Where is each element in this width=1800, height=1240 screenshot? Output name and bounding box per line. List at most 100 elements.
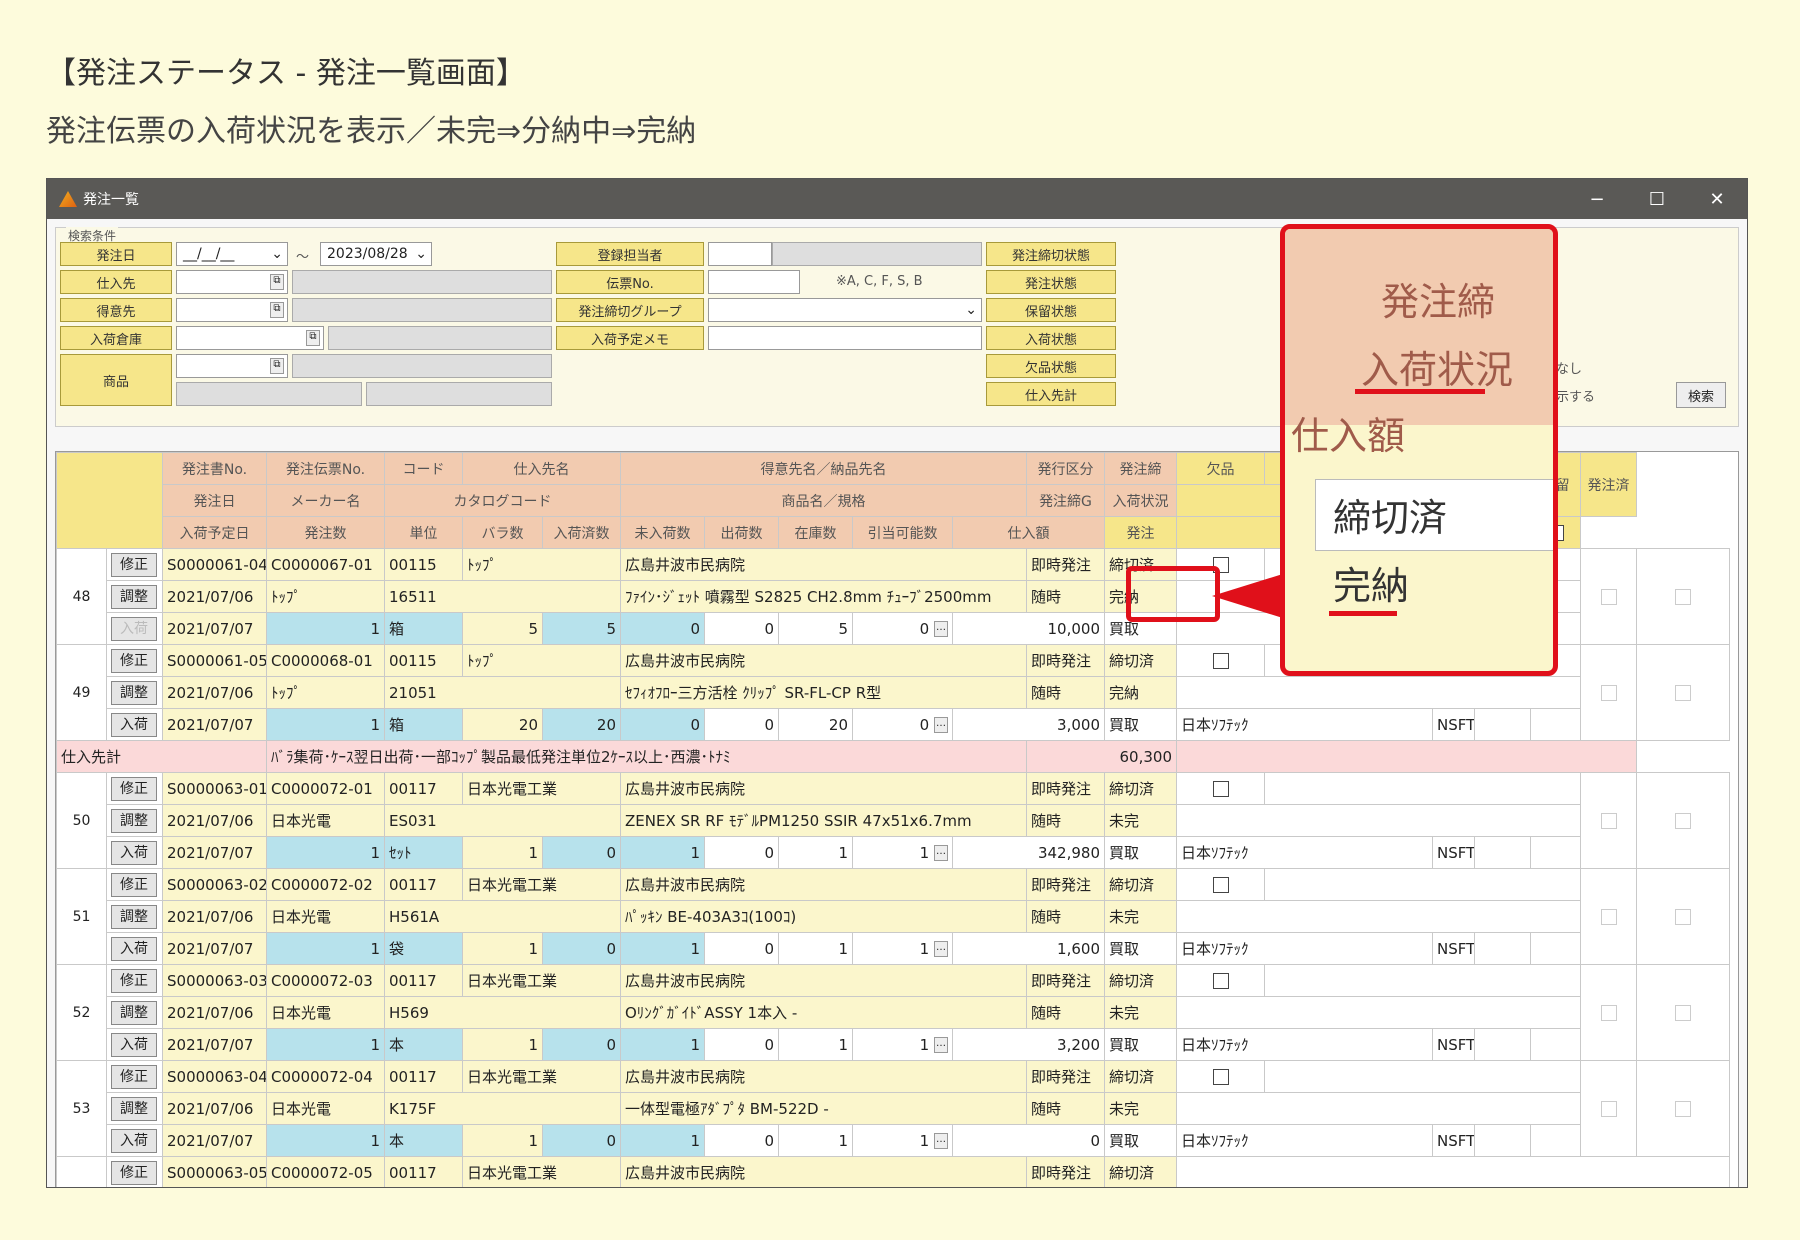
- adjust-button[interactable]: 調整: [111, 584, 157, 609]
- slip-no-input[interactable]: [708, 270, 800, 294]
- warehouse-input[interactable]: [176, 326, 324, 350]
- shortage-checkbox[interactable]: [1212, 973, 1229, 989]
- col-header-shortage: 欠品: [1176, 452, 1265, 485]
- arrive-button[interactable]: 入荷: [111, 712, 157, 737]
- close-group-select[interactable]: ⌄: [708, 298, 982, 322]
- hold-checkbox-cell[interactable]: [1580, 644, 1637, 741]
- minimize-button[interactable]: −: [1567, 189, 1627, 210]
- title-bar: 発注一覧 − ☐ ✕: [47, 179, 1747, 219]
- close-button[interactable]: ✕: [1687, 189, 1747, 210]
- memo-input[interactable]: [708, 326, 982, 350]
- hold-checkbox[interactable]: [1600, 1101, 1617, 1117]
- arrival-date: 2021/07/07: [162, 836, 267, 869]
- ordered-checkbox[interactable]: [1675, 1005, 1691, 1021]
- fix-button[interactable]: 修正: [111, 776, 157, 801]
- close-group: 随時: [1026, 676, 1105, 709]
- shortage-checkbox[interactable]: [1212, 877, 1229, 893]
- blank-cell: [1474, 1124, 1531, 1157]
- registrant-input[interactable]: [708, 242, 772, 266]
- shortage-checkbox[interactable]: [1212, 1069, 1229, 1085]
- hold-checkbox-cell[interactable]: [1580, 548, 1637, 645]
- more-icon[interactable]: …: [934, 621, 948, 637]
- ordered-checkbox[interactable]: [1675, 1101, 1691, 1117]
- adjust-button[interactable]: 調整: [111, 1000, 157, 1025]
- ordered-checkbox[interactable]: [1675, 589, 1691, 605]
- date-from-input[interactable]: __/__/__ ⌄: [176, 242, 288, 266]
- fix-button[interactable]: 修正: [111, 552, 157, 577]
- arrive-button[interactable]: 入荷: [111, 936, 157, 961]
- lookup-icon[interactable]: ⧉: [306, 330, 320, 346]
- notes-field[interactable]: [1264, 772, 1581, 805]
- fix-button[interactable]: 修正: [111, 1064, 157, 1089]
- arrive-button[interactable]: 入荷: [111, 1128, 157, 1153]
- more-icon[interactable]: …: [934, 941, 948, 957]
- callout-header-bg: [1285, 229, 1553, 425]
- hold-checkbox[interactable]: [1600, 813, 1617, 829]
- hold-checkbox-cell[interactable]: [1580, 1060, 1637, 1157]
- ordered-checkbox[interactable]: [1675, 813, 1691, 829]
- shortage-checkbox[interactable]: [1212, 653, 1229, 669]
- hold-checkbox-cell[interactable]: [1580, 868, 1637, 965]
- notes-field[interactable]: [1264, 1060, 1581, 1093]
- lookup-icon[interactable]: ⧉: [270, 358, 284, 374]
- adjust-button[interactable]: 調整: [111, 680, 157, 705]
- ordered-checkbox-cell[interactable]: [1636, 644, 1730, 741]
- col-header-issue: 発行区分: [1026, 452, 1105, 485]
- shortage-checkbox-cell[interactable]: [1176, 772, 1265, 805]
- notes-field[interactable]: [1264, 868, 1581, 901]
- ordered-checkbox[interactable]: [1675, 685, 1691, 701]
- hold-checkbox[interactable]: [1600, 589, 1617, 605]
- lookup-icon[interactable]: ⧉: [270, 302, 284, 318]
- notes-field[interactable]: [1264, 964, 1581, 997]
- purchase-type: 買取: [1104, 1028, 1177, 1061]
- order-qty: 1: [266, 932, 385, 965]
- ordered-checkbox-cell[interactable]: [1636, 772, 1730, 869]
- shortage-checkbox-cell[interactable]: [1176, 964, 1265, 997]
- ordered-checkbox-cell[interactable]: [1636, 1060, 1730, 1157]
- shortage-checkbox-cell[interactable]: [1176, 644, 1265, 677]
- shipped-qty: 0: [704, 836, 779, 869]
- adjust-button[interactable]: 調整: [111, 1096, 157, 1121]
- hold-checkbox-cell[interactable]: [1580, 964, 1637, 1061]
- ordered-checkbox-cell[interactable]: [1636, 548, 1730, 645]
- fix-button[interactable]: 修正: [111, 1160, 157, 1185]
- hold-checkbox[interactable]: [1600, 685, 1617, 701]
- search-button[interactable]: 検索: [1676, 382, 1726, 408]
- more-icon[interactable]: …: [934, 845, 948, 861]
- maximize-button[interactable]: ☐: [1627, 189, 1687, 210]
- shortage-checkbox-cell[interactable]: [1176, 1060, 1265, 1093]
- col-header-customer: 得意先名／納品先名: [620, 452, 1027, 485]
- hold-checkbox[interactable]: [1600, 1005, 1617, 1021]
- order-qty: 1: [266, 612, 385, 645]
- maker-name: 日本光電: [266, 900, 385, 933]
- close-group: 随時: [1026, 580, 1105, 613]
- shortage-checkbox-cell[interactable]: [1176, 868, 1265, 901]
- fix-button[interactable]: 修正: [111, 968, 157, 993]
- adjust-button[interactable]: 調整: [111, 904, 157, 929]
- vendor-name: 日本ｿﾌﾃｯｸ: [1176, 1124, 1433, 1157]
- ordered-checkbox-cell[interactable]: [1636, 868, 1730, 965]
- arrival-status: 未完: [1104, 996, 1177, 1029]
- hold-checkbox[interactable]: [1600, 909, 1617, 925]
- more-icon[interactable]: …: [934, 717, 948, 733]
- adjust-button[interactable]: 調整: [111, 808, 157, 833]
- page-subheading: 発注伝票の入荷状況を表示／未完⇒分納中⇒完納: [46, 114, 697, 149]
- date-to-input[interactable]: 2023/08/28 ⌄: [320, 242, 432, 266]
- more-icon[interactable]: …: [934, 1037, 948, 1053]
- slip-number: C0000068-01: [266, 644, 385, 677]
- purchase-amount: 1,600: [952, 932, 1105, 965]
- more-icon[interactable]: …: [934, 1133, 948, 1149]
- unit: 本: [384, 1028, 463, 1061]
- fix-button[interactable]: 修正: [111, 872, 157, 897]
- hold-checkbox-cell[interactable]: [1580, 772, 1637, 869]
- arrive-button[interactable]: 入荷: [111, 616, 157, 641]
- shortage-checkbox[interactable]: [1212, 781, 1229, 797]
- shipped-qty: 0: [704, 1124, 779, 1157]
- ordered-checkbox-cell[interactable]: [1636, 964, 1730, 1061]
- arrive-button[interactable]: 入荷: [111, 840, 157, 865]
- lookup-icon[interactable]: ⧉: [270, 274, 284, 290]
- arrive-button[interactable]: 入荷: [111, 1032, 157, 1057]
- fix-button[interactable]: 修正: [111, 648, 157, 673]
- arrival-date: 2021/07/07: [162, 708, 267, 741]
- ordered-checkbox[interactable]: [1675, 909, 1691, 925]
